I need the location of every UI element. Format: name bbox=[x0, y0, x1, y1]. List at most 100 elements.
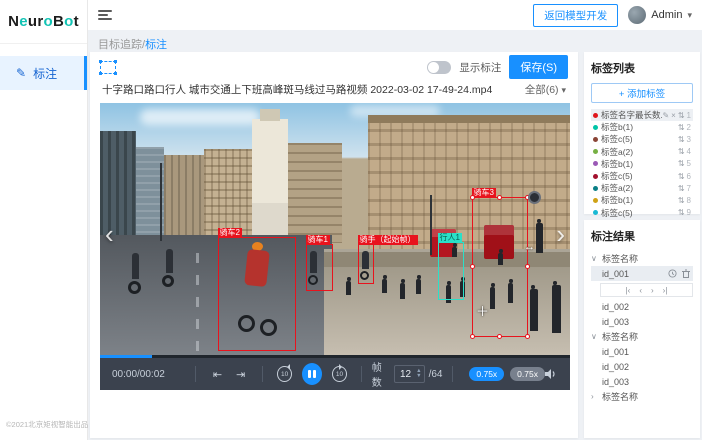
edit-icon[interactable]: ✎ bbox=[662, 111, 669, 120]
label-row[interactable]: 标签a(2) ⇅7 bbox=[591, 182, 693, 194]
label-row[interactable]: 标签b(1) ⇅2 bbox=[591, 121, 693, 133]
frame-pager: |‹ ‹ › ›| bbox=[600, 283, 693, 297]
breadcrumb-parent[interactable]: 目标追踪 bbox=[98, 39, 142, 51]
collapse-menu-icon[interactable] bbox=[98, 10, 112, 20]
result-item-selected[interactable]: id_001 bbox=[591, 266, 693, 281]
speed-inactive-pill[interactable]: 0.75x bbox=[510, 367, 545, 381]
frame-count-label: 帧数 bbox=[372, 359, 390, 389]
bbox-label: 骑手（起始帧） bbox=[358, 235, 418, 245]
resize-handle[interactable] bbox=[525, 264, 530, 269]
sort-icon[interactable]: ⇅ bbox=[678, 147, 685, 156]
breadcrumb-current: 标注 bbox=[145, 39, 167, 51]
top-bar: 返回模型开发 Admin ▾ bbox=[88, 0, 702, 30]
result-item[interactable]: id_002 bbox=[591, 359, 693, 374]
sort-icon[interactable]: ⇅ bbox=[678, 135, 685, 144]
pager-last-icon[interactable]: ›| bbox=[663, 286, 668, 295]
result-item[interactable]: id_001 bbox=[591, 344, 693, 359]
resize-handle[interactable] bbox=[470, 334, 475, 339]
caret-down-icon: ▾ bbox=[687, 10, 692, 21]
logo-letter: o bbox=[64, 13, 73, 30]
label-row[interactable]: 标签b(1) ⇅8 bbox=[591, 194, 693, 206]
resize-handle[interactable] bbox=[470, 195, 475, 200]
pager-next-icon[interactable]: › bbox=[651, 286, 654, 295]
logo-letter: t bbox=[74, 13, 79, 30]
label-color-dot bbox=[593, 137, 598, 142]
speed-active-pill[interactable]: 0.75x bbox=[469, 367, 504, 381]
label-row[interactable]: 标签c(5) ⇅9 bbox=[591, 207, 693, 219]
trash-icon[interactable] bbox=[682, 269, 690, 278]
bbox-rider2[interactable]: 骑车2 bbox=[218, 237, 296, 351]
forward-10-icon[interactable]: 10 bbox=[332, 366, 347, 382]
sidebar-item-label: 标注 bbox=[33, 65, 57, 82]
pause-button[interactable] bbox=[302, 363, 322, 385]
sort-icon[interactable]: ⇅ bbox=[678, 184, 685, 193]
next-video-arrow[interactable]: › bbox=[556, 221, 565, 247]
add-label-button[interactable]: + 添加标签 bbox=[591, 83, 693, 103]
username: Admin bbox=[651, 9, 682, 21]
label-color-dot bbox=[593, 210, 598, 215]
delete-icon[interactable]: × bbox=[671, 111, 676, 120]
shortcut-key: 2 bbox=[687, 123, 691, 132]
locate-frame-icon[interactable] bbox=[668, 269, 677, 278]
result-title: 标注结果 bbox=[591, 228, 693, 244]
resize-handle[interactable] bbox=[497, 195, 502, 200]
prev-video-arrow[interactable]: ‹ bbox=[105, 221, 114, 247]
result-item[interactable]: id_002 bbox=[591, 299, 693, 314]
app-logo: NeuroBot bbox=[0, 0, 87, 44]
label-row[interactable]: 标签c(5) ⇅3 bbox=[591, 133, 693, 145]
bbox-rider-startframe[interactable]: 骑手（起始帧） bbox=[358, 244, 374, 284]
result-item[interactable]: id_003 bbox=[591, 314, 693, 329]
prev-frame-icon[interactable]: ⇤ bbox=[213, 368, 222, 381]
label-row[interactable]: 标签a(2) ⇅4 bbox=[591, 146, 693, 158]
time-display: 00:00/00:02 bbox=[112, 369, 185, 380]
label-color-dot bbox=[593, 113, 598, 118]
shortcut-key: 4 bbox=[687, 147, 691, 156]
video-player: 骑车2 骑车1 骑手（起始帧） 行人1 骑车3 bbox=[100, 103, 570, 390]
result-group-header[interactable]: ∨ 标签名称 bbox=[591, 251, 693, 266]
sort-icon[interactable]: ⇅ bbox=[678, 196, 685, 205]
back-to-model-dev-button[interactable]: 返回模型开发 bbox=[533, 4, 618, 27]
user-menu[interactable]: Admin ▾ bbox=[628, 6, 692, 24]
label-color-dot bbox=[593, 149, 598, 154]
box-action-icon[interactable] bbox=[528, 191, 541, 204]
frame-total-label: /64 bbox=[429, 369, 443, 380]
sidebar-item-annotate[interactable]: ✎ 标注 bbox=[0, 56, 87, 90]
resize-handle[interactable] bbox=[525, 334, 530, 339]
shortcut-key: 5 bbox=[687, 159, 691, 168]
video-frame[interactable]: 骑车2 骑车1 骑手（起始帧） 行人1 骑车3 bbox=[100, 103, 570, 355]
speaker-icon[interactable] bbox=[545, 368, 558, 380]
rect-select-tool-icon[interactable] bbox=[100, 61, 116, 74]
sort-icon[interactable]: ⇅ bbox=[678, 123, 685, 132]
avatar bbox=[628, 6, 646, 24]
bbox-label: 骑车1 bbox=[306, 235, 330, 245]
bbox-label: 骑车2 bbox=[218, 228, 242, 238]
save-button[interactable]: 保存(S) bbox=[509, 55, 568, 79]
label-row[interactable]: 标签c(5) ⇅6 bbox=[591, 170, 693, 182]
rewind-10-icon[interactable]: 10 bbox=[277, 366, 292, 382]
filter-dropdown[interactable]: 全部(6) ▾ bbox=[525, 82, 566, 97]
logo-letter: u bbox=[28, 13, 37, 30]
frame-number-input[interactable]: 12 ▲▼ bbox=[394, 365, 425, 383]
sort-icon[interactable]: ⇅ bbox=[678, 208, 685, 217]
result-item[interactable]: id_003 bbox=[591, 374, 693, 389]
chevron-right-icon: › bbox=[591, 392, 598, 401]
bbox-rider1[interactable]: 骑车1 bbox=[306, 244, 333, 291]
shortcut-key: 9 bbox=[687, 208, 691, 217]
sort-icon[interactable]: ⇅ bbox=[678, 111, 685, 120]
pager-first-icon[interactable]: |‹ bbox=[626, 286, 631, 295]
resize-handle[interactable] bbox=[470, 264, 475, 269]
sort-icon[interactable]: ⇅ bbox=[678, 159, 685, 168]
bbox-pedestrian1[interactable]: 行人1 bbox=[438, 242, 464, 300]
logo-letter: N bbox=[8, 13, 19, 30]
show-annotation-toggle[interactable] bbox=[427, 61, 451, 74]
result-group-header[interactable]: ∨ 标签名称 bbox=[591, 329, 693, 344]
next-frame-icon[interactable]: ⇥ bbox=[236, 368, 245, 381]
result-group-header-collapsed[interactable]: › 标签名称 bbox=[591, 389, 693, 404]
pager-prev-icon[interactable]: ‹ bbox=[639, 286, 642, 295]
shortcut-key: 3 bbox=[687, 135, 691, 144]
resize-handle[interactable] bbox=[497, 334, 502, 339]
sort-icon[interactable]: ⇅ bbox=[678, 172, 685, 181]
frame-stepper[interactable]: ▲▼ bbox=[416, 369, 421, 379]
label-row[interactable]: 标签名字最长数... ✎ × ⇅ 1 bbox=[591, 109, 693, 121]
label-row[interactable]: 标签b(1) ⇅5 bbox=[591, 158, 693, 170]
